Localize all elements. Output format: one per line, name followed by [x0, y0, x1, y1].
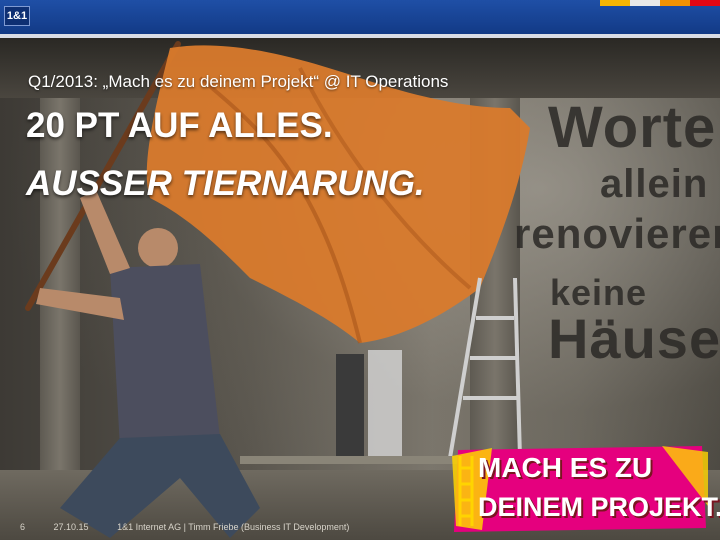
work-table — [240, 456, 470, 464]
slide-subtitle: Q1/2013: „Mach es zu deinem Projekt“ @ I… — [28, 72, 449, 91]
man-arm-front — [36, 288, 124, 320]
stripe-orange — [660, 0, 690, 6]
dark-roll — [336, 354, 364, 464]
paint-roll — [368, 350, 402, 460]
man-shirt — [110, 264, 220, 448]
ladder — [448, 277, 522, 459]
footer-company: 1&1 Internet AG | Timm Friebe (Business … — [117, 522, 350, 532]
man-head — [138, 228, 178, 268]
logo-1und1: 1&1 — [4, 6, 30, 26]
brand-stripes — [600, 0, 720, 6]
footer-date: 27.10.15 — [53, 522, 89, 532]
slide-headline-1: 20 PT AUF ALLES. — [26, 106, 333, 145]
slide-footer: 6 27.10.15 1&1 Internet AG | Timm Friebe… — [20, 522, 375, 532]
stripe-white — [630, 0, 660, 6]
footer-page-number: 6 — [20, 522, 26, 532]
slide: 1&1 Worte allein renovieren keine Häuser… — [0, 0, 720, 540]
campaign-badge: MACH ES ZU DEINEM PROJEKT. — [452, 446, 720, 532]
stripe-red — [690, 0, 720, 6]
badge-line-2: DEINEM PROJEKT. — [478, 492, 720, 522]
slide-headline-2: AUSSER TIERNARUNG. — [26, 164, 425, 203]
badge-line-1: MACH ES ZU — [478, 452, 653, 483]
header-bar: 1&1 — [0, 0, 720, 34]
stripe-yellow — [600, 0, 630, 6]
